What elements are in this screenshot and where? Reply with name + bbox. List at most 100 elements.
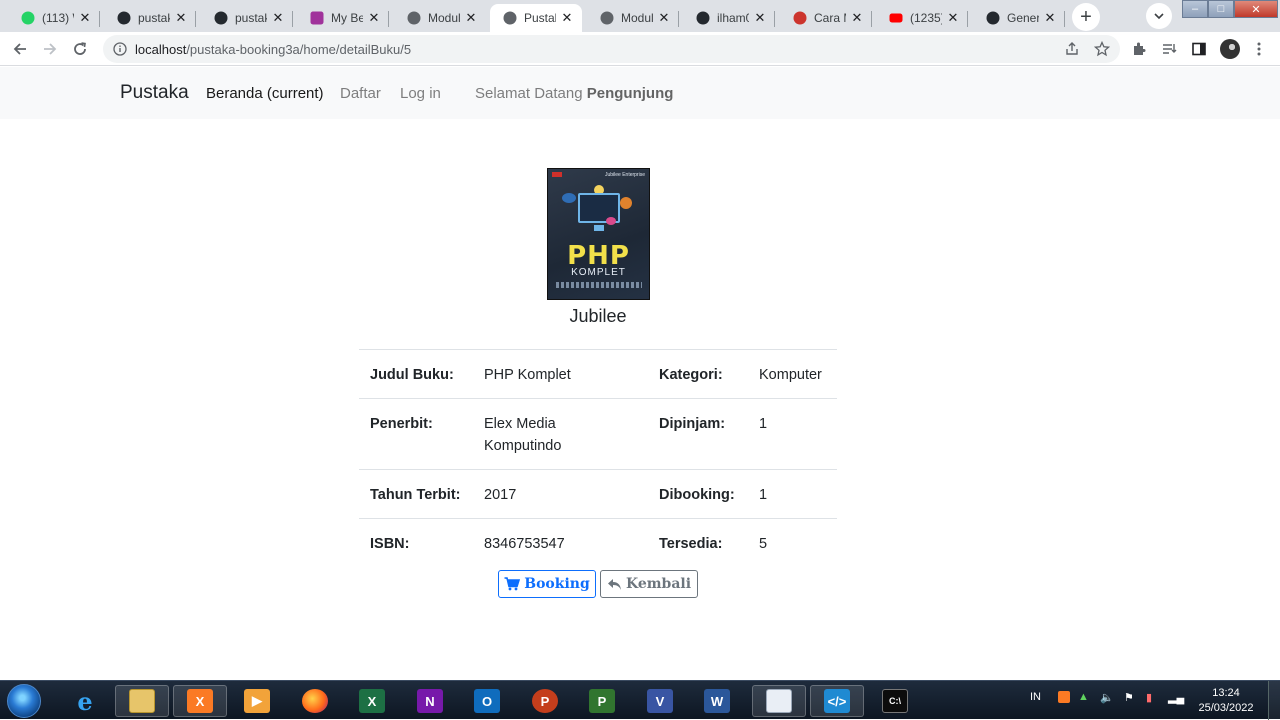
label-tahun: Tahun Terbit:	[359, 469, 473, 519]
outlook-icon: O	[474, 689, 500, 713]
table-row: ISBN: 8346753547 Tersedia: 5	[359, 518, 837, 567]
browser-tab[interactable]: Modul ✕	[587, 4, 679, 32]
tab-title: ilham0	[717, 11, 749, 25]
taskbar-firefox[interactable]	[288, 685, 342, 717]
browser-tab[interactable]: pustaka ✕	[201, 4, 293, 32]
info-icon[interactable]	[111, 40, 129, 58]
onenote-icon: N	[417, 689, 443, 713]
close-tab-icon[interactable]: ✕	[1043, 10, 1057, 25]
action-center-flag-icon[interactable]: ⚑	[1124, 691, 1134, 704]
browser-tab[interactable]: Genera ✕	[973, 4, 1065, 32]
kembali-label: Kembali	[625, 576, 692, 592]
label-isbn: ISBN:	[359, 518, 473, 567]
drive-tray-icon[interactable]: ▲	[1078, 691, 1089, 703]
reload-button[interactable]	[68, 37, 92, 61]
globe-icon	[502, 10, 518, 26]
browser-tab[interactable]: ilham0 ✕	[683, 4, 775, 32]
tab-separator	[195, 11, 196, 27]
taskbar-media-player[interactable]: ▶	[230, 685, 284, 717]
browser-tab[interactable]: Cara M ✕	[780, 4, 872, 32]
taskbar-onenote[interactable]: N	[403, 685, 457, 717]
close-tab-icon[interactable]: ✕	[753, 10, 767, 25]
navbar-brand[interactable]: Pustaka	[120, 82, 189, 104]
network-signal-icon[interactable]: ▂▄	[1168, 691, 1184, 704]
extensions-icon[interactable]	[1130, 40, 1148, 58]
kebab-menu-icon[interactable]	[1250, 40, 1268, 58]
browser-tab[interactable]: pustaka ✕	[104, 4, 196, 32]
tab-search-button[interactable]	[1146, 3, 1172, 29]
visio-icon: V	[647, 689, 673, 713]
browser-tab[interactable]: (1235) ✕	[876, 4, 968, 32]
welcome-text: Selamat Datang Pengunjung	[475, 85, 674, 102]
tab-title: pustaka	[138, 11, 170, 25]
volume-icon[interactable]: 🔈	[1100, 691, 1114, 704]
back-button[interactable]	[8, 37, 32, 61]
taskbar-powerpoint[interactable]: P	[518, 685, 572, 717]
tab-separator	[388, 11, 389, 27]
tab-separator	[1064, 11, 1065, 27]
taskbar-project[interactable]: P	[575, 685, 629, 717]
taskbar-internet-explorer[interactable]: e	[58, 685, 112, 717]
kembali-button[interactable]: Kembali	[600, 570, 698, 598]
taskbar-notepad[interactable]	[752, 685, 806, 717]
show-desktop-button[interactable]	[1268, 681, 1280, 720]
close-tab-icon[interactable]: ✕	[78, 10, 92, 25]
cover-tagline	[556, 282, 642, 288]
close-tab-icon[interactable]: ✕	[560, 10, 574, 25]
arrow-right-icon	[44, 43, 57, 55]
maximize-button[interactable]: □	[1208, 0, 1234, 18]
m-logo-icon	[309, 10, 325, 26]
nav-link-daftar[interactable]: Daftar	[340, 85, 381, 102]
taskbar-terminal[interactable]: C:\	[868, 685, 922, 717]
nav-link-login[interactable]: Log in	[400, 85, 441, 102]
code-badge-icon	[606, 217, 616, 225]
taskbar-clock[interactable]: 13:24 25/03/2022	[1196, 686, 1256, 716]
side-panel-icon[interactable]	[1190, 40, 1208, 58]
browser-tab[interactable]: Modul ✕	[394, 4, 486, 32]
tab-separator	[292, 11, 293, 27]
browser-tab[interactable]: (113) W ✕	[8, 4, 100, 32]
taskbar-file-explorer[interactable]	[115, 685, 169, 717]
tab-title: Modul	[428, 11, 460, 25]
close-tab-icon[interactable]: ✕	[464, 10, 478, 25]
close-tab-icon[interactable]: ✕	[367, 10, 381, 25]
language-indicator[interactable]: IN	[1030, 691, 1041, 703]
taskbar-visio[interactable]: V	[633, 685, 687, 717]
browser-tab[interactable]: My Bes ✕	[297, 4, 389, 32]
nav-link-beranda[interactable]: Beranda (current)	[206, 85, 324, 102]
browser-tab[interactable]: Pustaka ✕	[490, 4, 582, 32]
taskbar-outlook[interactable]: O	[460, 685, 514, 717]
media-player-icon: ▶	[244, 689, 270, 713]
new-tab-button[interactable]: +	[1072, 3, 1100, 31]
power-tray-icon[interactable]: ▮	[1146, 691, 1152, 704]
minimize-button[interactable]: –	[1182, 0, 1208, 18]
close-tab-icon[interactable]: ✕	[271, 10, 285, 25]
share-icon[interactable]	[1063, 40, 1081, 58]
close-tab-icon[interactable]: ✕	[174, 10, 188, 25]
close-tab-icon[interactable]: ✕	[657, 10, 671, 25]
taskbar-excel[interactable]: X	[345, 685, 399, 717]
forward-button[interactable]	[38, 37, 62, 61]
close-tab-icon[interactable]: ✕	[850, 10, 864, 25]
close-tab-icon[interactable]: ✕	[946, 10, 960, 25]
profile-avatar[interactable]	[1220, 39, 1240, 59]
close-window-button[interactable]: ✕	[1234, 0, 1278, 18]
address-bar[interactable]: localhost/pustaka-booking3a/home/detailB…	[103, 35, 1120, 63]
booking-button[interactable]: Booking	[498, 570, 596, 598]
reading-list-icon[interactable]	[1160, 40, 1178, 58]
taskbar-word[interactable]: W	[690, 685, 744, 717]
bookmark-star-icon[interactable]	[1093, 40, 1111, 58]
site-navbar: Pustaka Beranda (current) Daftar Log in …	[0, 67, 1280, 119]
taskbar-vscode[interactable]: </>	[810, 685, 864, 717]
table-row: Judul Buku: PHP Komplet Kategori: Komput…	[359, 349, 837, 399]
cpp-badge-icon	[562, 193, 576, 203]
taskbar-xampp[interactable]: X	[173, 685, 227, 717]
folder-icon	[129, 689, 155, 713]
start-button[interactable]	[7, 684, 41, 718]
tab-title: pustaka	[235, 11, 267, 25]
tab-title: Cara M	[814, 11, 846, 25]
tab-title: Pustaka	[524, 11, 556, 25]
xampp-tray-icon[interactable]	[1058, 691, 1070, 703]
internet-explorer-icon: e	[77, 686, 93, 716]
reply-arrow-icon	[607, 578, 622, 591]
